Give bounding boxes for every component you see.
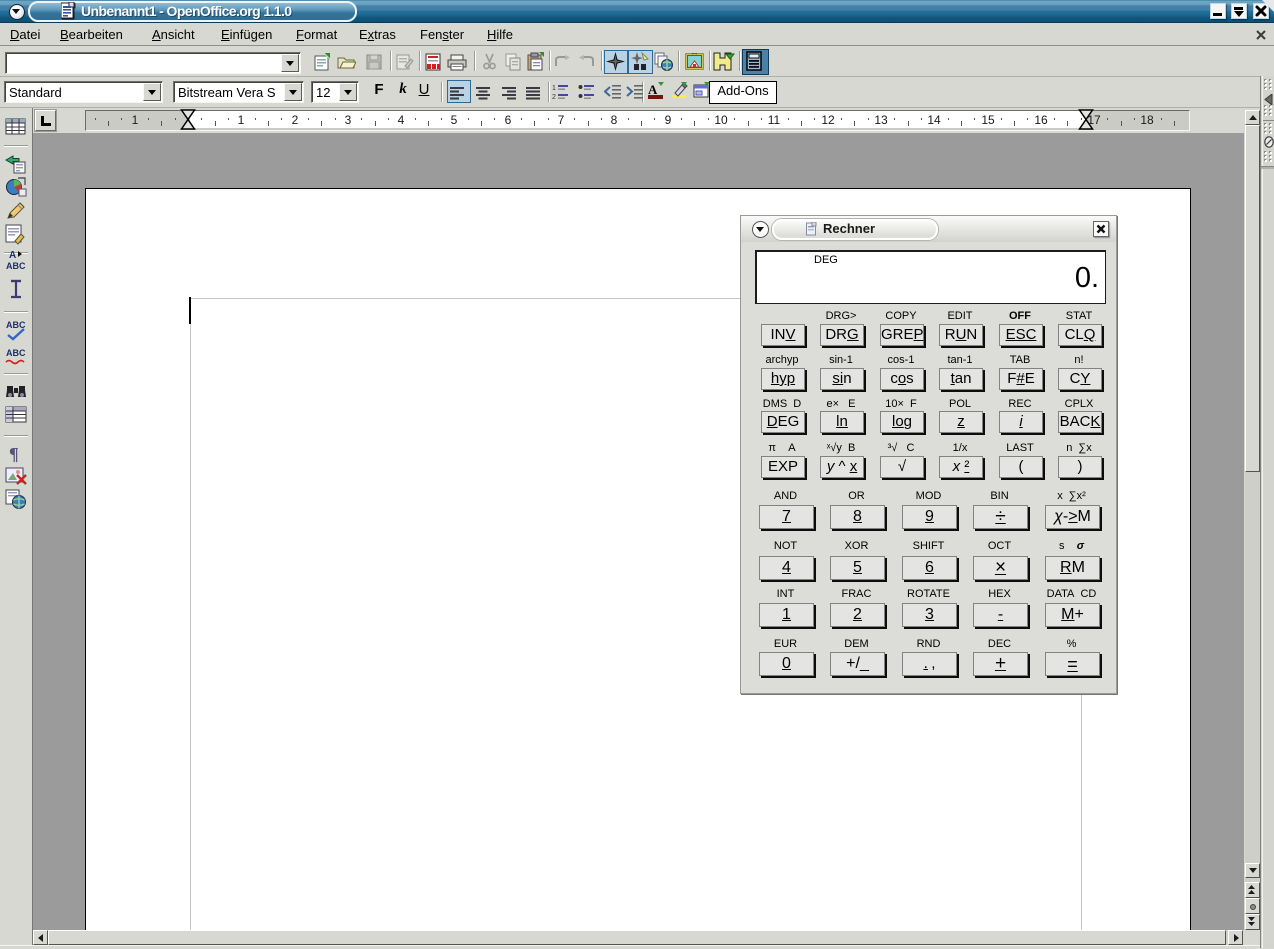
svg-text:2: 2	[552, 94, 556, 101]
svg-text:ABC: ABC	[6, 348, 26, 358]
svg-text:ABC: ABC	[6, 261, 26, 271]
svg-text:¶: ¶	[9, 444, 19, 464]
svg-text:1: 1	[552, 85, 556, 92]
svg-text:A: A	[648, 82, 658, 97]
svg-text:A: A	[9, 250, 16, 261]
